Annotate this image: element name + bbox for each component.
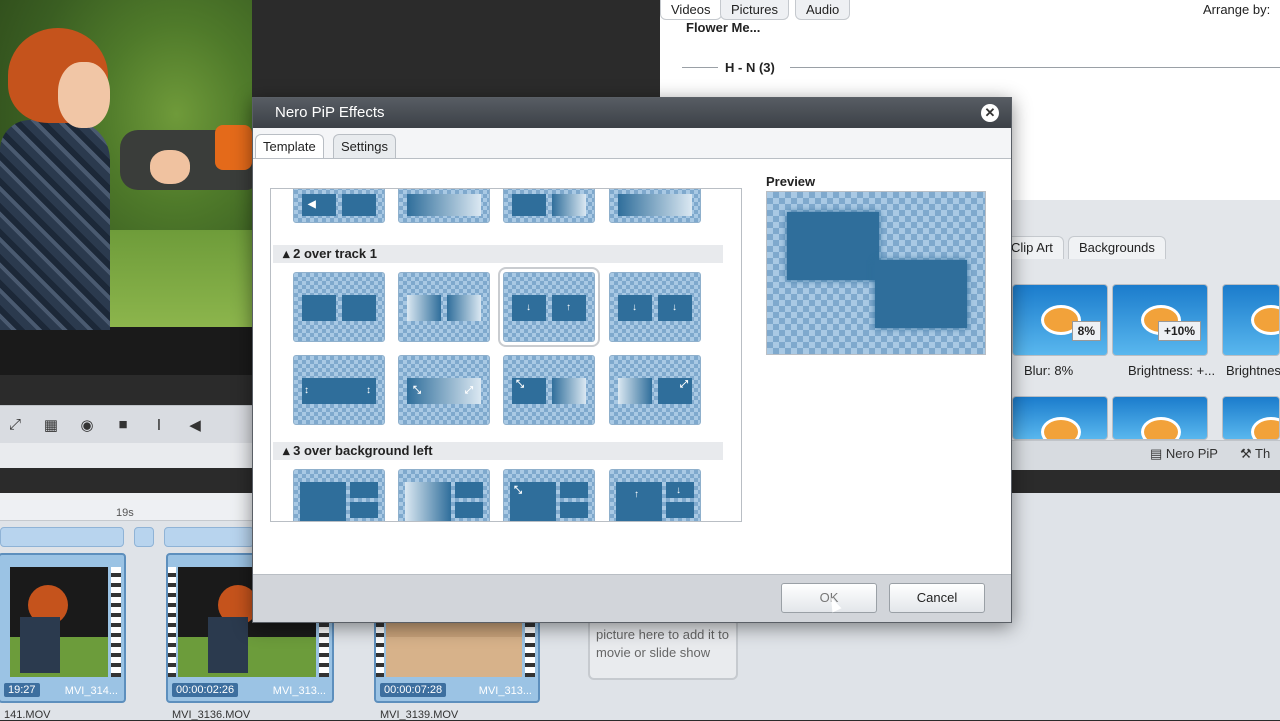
grid-icon[interactable]: ▦ xyxy=(40,414,62,436)
effect-label: Blur: 8% xyxy=(1024,363,1074,378)
template-tile[interactable] xyxy=(503,189,595,223)
effect-thumb[interactable] xyxy=(1112,396,1208,440)
group-divider-right xyxy=(790,67,1280,68)
clip-time: 00:00:02:26 xyxy=(172,683,239,697)
template-tile[interactable]: ↑ ↓ xyxy=(609,469,701,521)
effect-brightness[interactable]: +10% xyxy=(1112,284,1208,356)
template-tile[interactable] xyxy=(293,272,385,342)
transition-slot[interactable] xyxy=(0,527,124,547)
section-title: 3 over background left xyxy=(293,443,433,458)
template-tile[interactable] xyxy=(398,272,490,342)
effect-brightness-2[interactable] xyxy=(1222,284,1280,356)
player-toolbar: ⤢ ▦ ◉ ■ Ⅰ ◀ xyxy=(0,405,252,443)
clip-name: MVI_313... xyxy=(272,685,326,697)
group-divider-left xyxy=(682,67,718,68)
drop-zone[interactable]: picture here to add it to movie or slide… xyxy=(588,618,738,680)
dialog-title: Nero PiP Effects xyxy=(253,98,1011,128)
clip-name: MVI_314... xyxy=(64,685,118,697)
tab-audio[interactable]: Audio xyxy=(795,0,851,20)
pip-preview xyxy=(766,191,986,355)
cancel-button[interactable]: Cancel xyxy=(889,583,985,613)
template-tile[interactable] xyxy=(609,189,701,223)
dialog-footer: OK Cancel xyxy=(253,574,1011,622)
effect-blur[interactable]: 8% xyxy=(1012,284,1108,356)
transition-slot[interactable] xyxy=(164,527,254,547)
tab-template[interactable]: Template xyxy=(255,134,324,158)
template-tile[interactable]: ⤡ ⤢ xyxy=(398,355,490,425)
template-tile[interactable] xyxy=(398,469,490,521)
timeline-clip[interactable]: 19:27 MVI_314... xyxy=(0,553,126,703)
group-title[interactable]: H - N (3) xyxy=(725,60,775,75)
split-icon[interactable]: Ⅰ xyxy=(148,414,170,436)
th-label: Th xyxy=(1255,446,1271,461)
effect-badge: 8% xyxy=(1071,321,1101,341)
effect-badge: +10% xyxy=(1157,321,1201,341)
nero-pip-icon: ▤ xyxy=(1150,446,1166,461)
ruler-time-label: 19s xyxy=(116,507,134,519)
preview-frame xyxy=(0,0,252,330)
wand-icon: ⚒ xyxy=(1240,446,1256,461)
section-header[interactable]: ▴ 3 over background left xyxy=(273,442,723,460)
arrange-by-label[interactable]: Arrange by: xyxy=(1203,2,1270,17)
template-tile-selected[interactable]: ↓ ↑ xyxy=(498,267,600,347)
clip-name: MVI_313... xyxy=(478,685,532,697)
tab-settings[interactable]: Settings xyxy=(333,134,396,158)
nero-pip-label: Nero PiP xyxy=(1165,446,1218,461)
folder-title: Flower Me... xyxy=(686,20,761,35)
camera-icon[interactable]: ◉ xyxy=(76,414,98,436)
template-tile[interactable]: ⤢ xyxy=(609,355,701,425)
tab-pictures[interactable]: Pictures xyxy=(720,0,789,20)
transition-slot[interactable] xyxy=(134,527,154,547)
preview-block-2 xyxy=(875,260,967,328)
effect-thumb[interactable] xyxy=(1012,396,1108,440)
template-tile[interactable]: ⤡ xyxy=(503,355,595,425)
clip-file: MVI_3136.MOV xyxy=(172,709,251,721)
template-list[interactable]: ◀ ▴ 2 over track 1 ↓ ↑ ↓ ↓ ↕ ↕ ⤡ ⤢ ⤡ ⤢ ▴ 3 o… xyxy=(270,188,742,522)
preview-label: Preview xyxy=(766,174,816,189)
template-tile[interactable]: ↓ ↓ xyxy=(609,272,701,342)
player-subbar xyxy=(0,443,252,468)
effect-label: Brightness: +... xyxy=(1128,363,1216,378)
close-icon[interactable]: ✕ xyxy=(981,104,999,122)
template-tile[interactable]: ◀ xyxy=(293,189,385,223)
clip-file: MVI_3139.MOV xyxy=(380,709,459,721)
template-tile[interactable]: ↕ ↕ xyxy=(293,355,385,425)
step-back-icon[interactable]: ◀ xyxy=(184,414,206,436)
nero-pip-button[interactable]: ▤ Nero PiP xyxy=(1150,446,1218,462)
template-tile[interactable] xyxy=(293,469,385,521)
tab-videos[interactable]: Videos xyxy=(660,0,722,20)
section-header[interactable]: ▴ 2 over track 1 xyxy=(273,245,723,263)
clip-time: 00:00:07:28 xyxy=(380,683,447,697)
template-tile[interactable]: ⤡ xyxy=(503,469,595,521)
effect-thumb[interactable] xyxy=(1222,396,1280,440)
video-preview xyxy=(0,0,252,375)
clip-time: 19:27 xyxy=(4,683,40,697)
template-tile[interactable] xyxy=(398,189,490,223)
time-ruler[interactable]: 19s xyxy=(0,493,252,521)
tab-backgrounds[interactable]: Backgrounds xyxy=(1068,236,1166,259)
th-button[interactable]: ⚒ Th xyxy=(1240,446,1270,462)
crop-icon[interactable]: ⤢ xyxy=(4,414,26,436)
preview-block-1 xyxy=(787,212,879,280)
effect-label: Brightnes xyxy=(1226,363,1280,378)
pip-effects-dialog: Nero PiP Effects ✕ Template Settings ◀ ▴… xyxy=(252,97,1012,623)
clip-file: 141.MOV xyxy=(4,709,51,721)
section-title: 2 over track 1 xyxy=(293,246,377,261)
stop-icon[interactable]: ■ xyxy=(112,414,134,436)
